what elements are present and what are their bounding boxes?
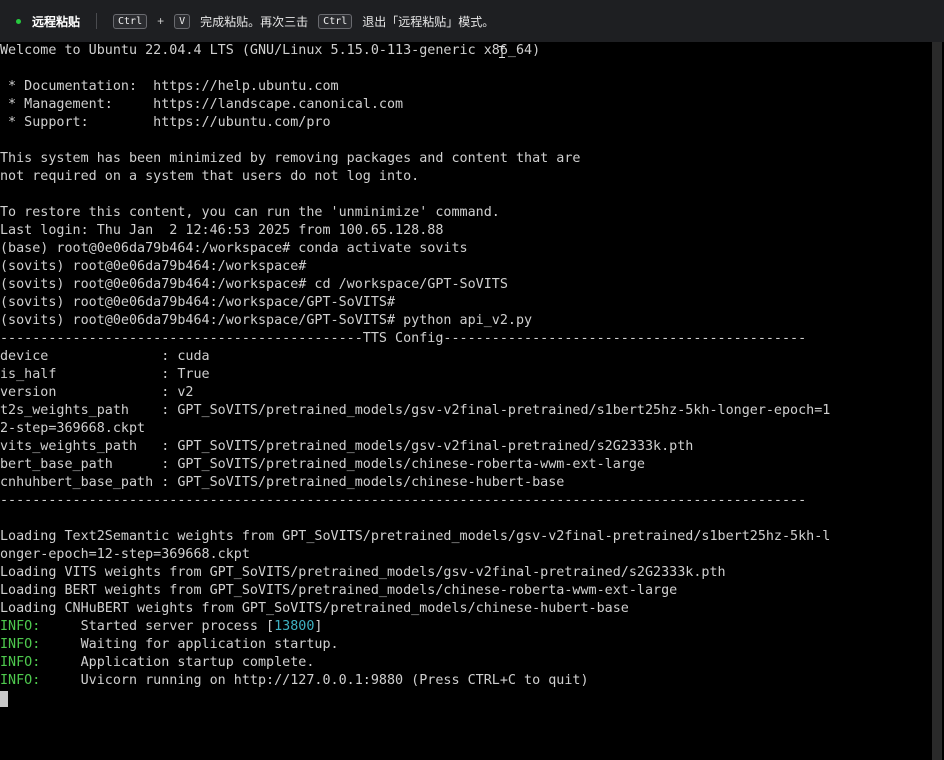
status-dot-icon xyxy=(16,18,21,24)
terminal-line: bert_base_path : GPT_SoVITS/pretrained_m… xyxy=(0,457,645,472)
terminal-line: vits_weights_path : GPT_SoVITS/pretraine… xyxy=(0,439,694,454)
remote-paste-title: 远程粘贴 xyxy=(32,14,81,29)
log-message: Started server process [ xyxy=(80,619,275,634)
terminal-line: * Management: https://landscape.canonica… xyxy=(0,97,404,112)
terminal-line: Loading VITS weights from GPT_SoVITS/pre… xyxy=(0,565,726,580)
terminal-line: (sovits) root@0e06da79b464:/workspace/GP… xyxy=(0,295,396,310)
terminal-line: This system has been minimized by removi… xyxy=(0,151,581,166)
plus-sign: + xyxy=(157,14,165,28)
log-level-label: INFO: xyxy=(0,637,41,652)
log-padding xyxy=(40,619,80,634)
log-padding xyxy=(40,655,80,670)
terminal-line: Loading BERT weights from GPT_SoVITS/pre… xyxy=(0,583,678,598)
terminal-line: device : cuda xyxy=(0,349,210,364)
terminal-line: is_half : True xyxy=(0,367,210,382)
terminal-line: (sovits) root@0e06da79b464:/workspace# c… xyxy=(0,277,508,292)
terminal-line: ----------------------------------------… xyxy=(0,493,807,508)
terminal-line: To restore this content, you can run the… xyxy=(0,205,500,220)
terminal-line: Loading CNHuBERT weights from GPT_SoVITS… xyxy=(0,601,629,616)
scrollbar-thumb[interactable] xyxy=(932,42,942,760)
ctrl-key-badge: Ctrl xyxy=(113,13,148,29)
terminal-cursor-line xyxy=(0,690,929,708)
terminal-line: onger-epoch=12-step=369668.ckpt xyxy=(0,547,250,562)
process-id: 13800 xyxy=(274,619,315,634)
log-message: Waiting for application startup. xyxy=(80,637,339,652)
v-key-badge: V xyxy=(174,13,191,29)
log-padding xyxy=(40,673,80,688)
terminal-line: (sovits) root@0e06da79b464:/workspace# xyxy=(0,259,307,274)
terminal-line: version : v2 xyxy=(0,385,194,400)
terminal-line: (base) root@0e06da79b464:/workspace# con… xyxy=(0,241,468,256)
terminal-line: not required on a system that users do n… xyxy=(0,169,420,184)
text-cursor-icon xyxy=(499,46,505,58)
remote-terminal-window: 远程粘贴 Ctrl + V 完成粘贴。再次三击 Ctrl 退出「远程粘贴」模式。… xyxy=(0,0,944,760)
terminal-line: * Documentation: https://help.ubuntu.com xyxy=(0,79,339,94)
terminal-line: 2-step=369668.ckpt xyxy=(0,421,146,436)
remote-paste-banner: 远程粘贴 Ctrl + V 完成粘贴。再次三击 Ctrl 退出「远程粘贴」模式。 xyxy=(0,0,944,42)
log-message: Uvicorn running on http://127.0.0.1:9880… xyxy=(80,673,589,688)
log-level-label: INFO: xyxy=(0,673,41,688)
terminal-info-line: INFO: Application startup complete. xyxy=(0,654,929,672)
terminal-line: * Support: https://ubuntu.com/pro xyxy=(0,115,331,130)
terminal-info-line: INFO: Uvicorn running on http://127.0.0.… xyxy=(0,672,929,690)
terminal-line: Last login: Thu Jan 2 12:46:53 2025 from… xyxy=(0,223,444,238)
log-message-suffix: ] xyxy=(314,619,323,634)
terminal-line: Loading Text2Semantic weights from GPT_S… xyxy=(0,529,831,544)
terminal-info-line: INFO: Started server process [13800] xyxy=(0,618,929,636)
terminal-output[interactable]: Welcome to Ubuntu 22.04.4 LTS (GNU/Linux… xyxy=(0,42,929,760)
log-padding xyxy=(40,637,80,652)
terminal-line: t2s_weights_path : GPT_SoVITS/pretrained… xyxy=(0,403,831,418)
terminal-scrollbar[interactable] xyxy=(929,42,944,760)
log-message: Application startup complete. xyxy=(80,655,315,670)
banner-divider xyxy=(96,13,98,29)
terminal-cursor xyxy=(0,691,8,707)
terminal-info-line: INFO: Waiting for application startup. xyxy=(0,636,929,654)
terminal-line: cnhuhbert_base_path : GPT_SoVITS/pretrai… xyxy=(0,475,565,490)
ctrl-key-badge-exit: Ctrl xyxy=(318,13,353,29)
exit-mode-text: 退出「远程粘贴」模式。 xyxy=(362,14,495,29)
log-level-label: INFO: xyxy=(0,619,41,634)
terminal-line: Welcome to Ubuntu 22.04.4 LTS (GNU/Linux… xyxy=(0,43,541,58)
terminal-line: ----------------------------------------… xyxy=(0,331,807,346)
paste-complete-text: 完成粘贴。再次三击 xyxy=(200,14,309,29)
log-level-label: INFO: xyxy=(0,655,41,670)
terminal-line: (sovits) root@0e06da79b464:/workspace/GP… xyxy=(0,313,533,328)
